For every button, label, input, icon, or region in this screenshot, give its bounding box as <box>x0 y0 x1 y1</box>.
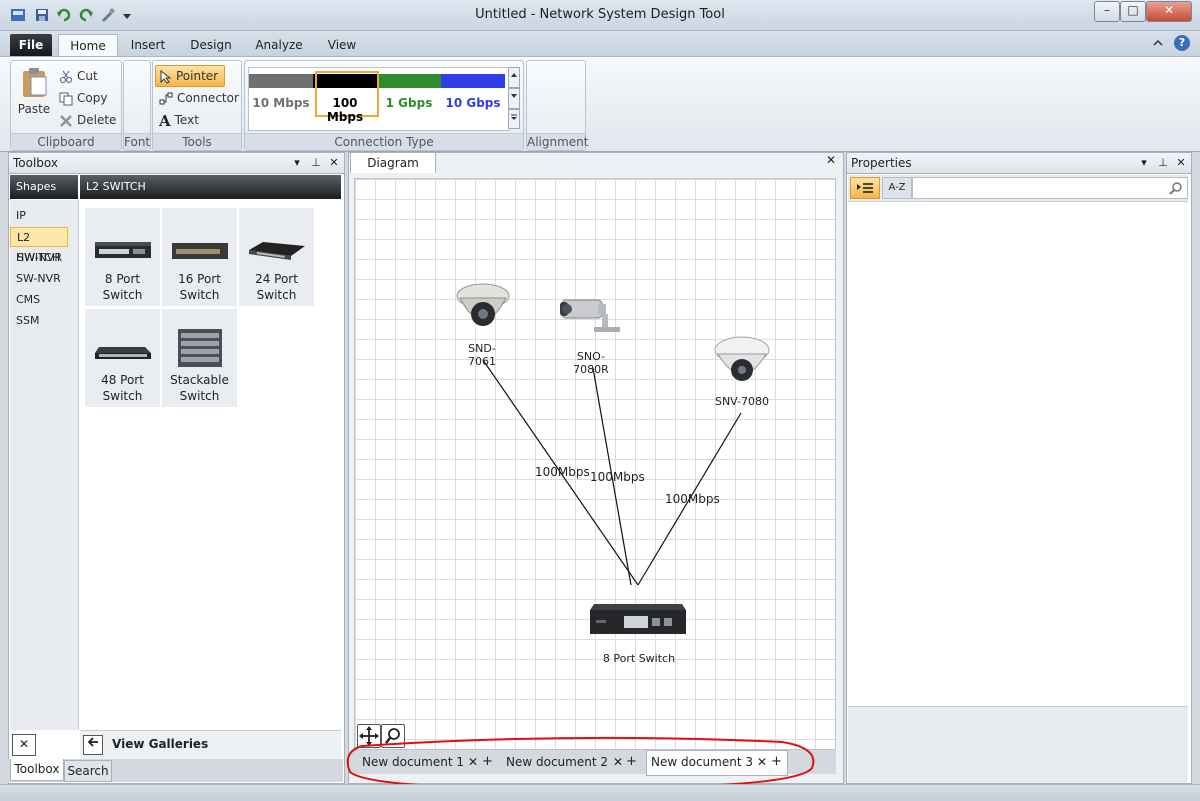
properties-panel <box>846 152 1192 784</box>
properties-close-icon[interactable]: ✕ <box>1174 153 1188 173</box>
categorized-icon <box>857 183 873 193</box>
device-8-port-switch[interactable] <box>588 600 688 640</box>
device-sno-7080r[interactable] <box>558 294 624 336</box>
properties-description-area <box>848 706 1188 783</box>
properties-title-bar: Properties ▾ ⊥ ✕ <box>846 152 1192 174</box>
alphabetical-button[interactable]: A-Z <box>882 177 912 199</box>
switch-8-port-icon <box>590 604 686 634</box>
properties-search-input[interactable] <box>912 177 1188 199</box>
device-snd-7061[interactable] <box>452 280 514 338</box>
properties-toolbar: A-Z <box>848 175 1188 202</box>
properties-pin-icon[interactable]: ⊥ <box>1156 153 1170 173</box>
vandal-dome-camera-icon <box>714 336 770 381</box>
link-label: 100Mbps <box>665 492 720 506</box>
categorized-button[interactable] <box>850 177 880 199</box>
search-icon <box>1169 182 1182 195</box>
device-snv-7080[interactable] <box>712 334 772 390</box>
device-label: 8 Port Switch <box>602 652 676 665</box>
link-label: 100Mbps <box>535 465 590 479</box>
status-bar <box>0 784 1200 801</box>
dome-camera-icon <box>456 283 510 326</box>
link-label: 100Mbps <box>590 470 645 484</box>
bullet-camera-icon <box>560 299 620 332</box>
properties-title: Properties <box>851 156 912 170</box>
device-label: SNO-7080R <box>573 350 609 376</box>
device-label: SNV-7080 <box>714 395 770 408</box>
device-label: SND-7061 <box>468 342 496 368</box>
properties-dropdown-icon[interactable]: ▾ <box>1137 153 1151 173</box>
